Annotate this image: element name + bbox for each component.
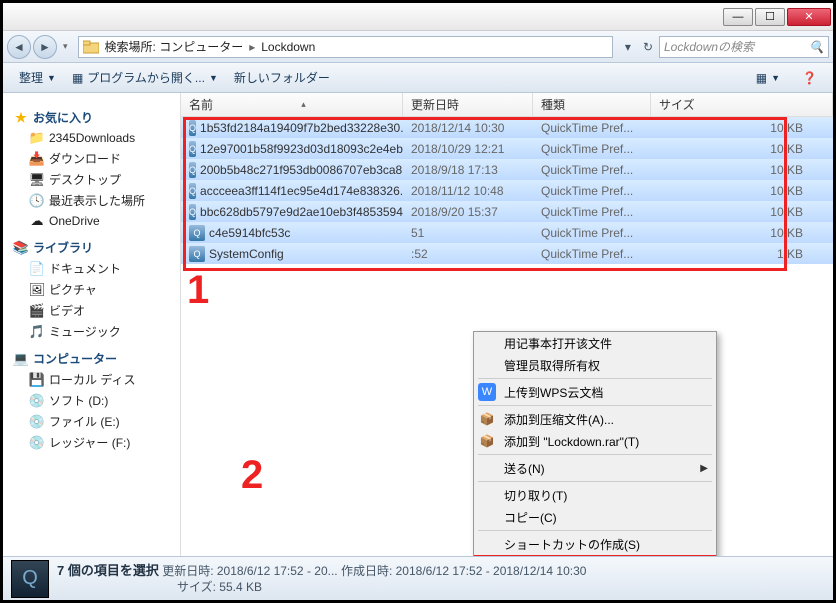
sidebar-favorites[interactable]: ★お気に入り — [7, 107, 176, 128]
col-type[interactable]: 種類 — [533, 93, 651, 116]
file-icon: Q — [189, 120, 196, 136]
file-row[interactable]: QSystemConfig:52QuickTime Pref...1 KB — [181, 243, 833, 264]
file-icon: Q — [189, 225, 205, 241]
folder-icon — [83, 40, 99, 54]
item-icon: ☁ — [29, 213, 45, 229]
breadcrumb-root[interactable]: 検索場所: コンピューター — [103, 38, 246, 55]
file-icon: Q — [189, 162, 196, 178]
col-name[interactable]: 名前▴ — [181, 93, 403, 116]
item-icon: 🕓 — [29, 193, 45, 209]
annotation-2: 2 — [241, 453, 263, 498]
history-dropdown[interactable]: ▾ — [63, 41, 68, 52]
ctx-rar-add[interactable]: 📦添加到压缩文件(A)... — [474, 408, 716, 430]
item-icon: 💿 — [29, 393, 45, 409]
nav-bar: ◄ ► ▾ 検索場所: コンピューター ▸ Lockdown ▾ ↻ Lockd… — [3, 31, 833, 63]
status-bar: Q 7 個の項目を選択 更新日時: 2018/6/12 17:52 - 20..… — [3, 556, 833, 600]
col-size[interactable]: サイズ — [651, 93, 833, 116]
chevron-right-icon: ▶ — [700, 463, 708, 474]
status-title: 7 個の項目を選択 — [57, 563, 159, 578]
sidebar-item[interactable]: 💾ローカル ディス — [7, 369, 176, 390]
toolbar: 整理▼ ▦プログラムから開く...▼ 新しいフォルダー ▦▼ ❓ — [3, 63, 833, 93]
ctx-wps-upload[interactable]: W上传到WPS云文档 — [474, 381, 716, 403]
sidebar-item[interactable]: 📥ダウンロード — [7, 148, 176, 169]
view-button[interactable]: ▦▼ — [748, 69, 788, 87]
wps-icon: W — [478, 383, 496, 401]
context-menu: 用记事本打开该文件 管理员取得所有权 W上传到WPS云文档 📦添加到压缩文件(A… — [473, 331, 717, 556]
sidebar-item[interactable]: ☁OneDrive — [7, 211, 176, 231]
sidebar-item[interactable]: 💿レッジャー (F:) — [7, 432, 176, 453]
chevron-icon: ▸ — [245, 40, 259, 54]
ctx-delete[interactable]: 削除(D) — [474, 555, 716, 556]
sidebar-item[interactable]: 🎵ミュージック — [7, 321, 176, 342]
item-icon: 📄 — [29, 261, 45, 277]
maximize-button[interactable]: ☐ — [755, 8, 785, 26]
breadcrumb-current[interactable]: Lockdown — [259, 40, 317, 54]
star-icon: ★ — [13, 110, 29, 126]
item-icon: 📥 — [29, 151, 45, 167]
file-row[interactable]: Qc4e5914bfc53c51QuickTime Pref...10 KB — [181, 222, 833, 243]
file-icon: Q — [189, 141, 196, 157]
address-dropdown[interactable]: ▾ — [619, 40, 637, 54]
forward-button[interactable]: ► — [33, 35, 57, 59]
ctx-open-notepad[interactable]: 用记事本打开该文件 — [474, 332, 716, 354]
close-button[interactable]: ✕ — [787, 8, 831, 26]
sidebar: ★お気に入り 📁2345Downloads📥ダウンロード🖥デスクトップ🕓最近表示… — [3, 93, 181, 556]
status-details: 更新日時: 2018/6/12 17:52 - 20... 作成日時: 2018… — [162, 564, 586, 578]
sidebar-item[interactable]: 📄ドキュメント — [7, 258, 176, 279]
help-button[interactable]: ❓ — [794, 69, 825, 87]
item-icon: 🎵 — [29, 324, 45, 340]
sort-indicator: ▴ — [301, 99, 306, 110]
ctx-shortcut[interactable]: ショートカットの作成(S) — [474, 533, 716, 555]
sidebar-item[interactable]: 📁2345Downloads — [7, 128, 176, 148]
file-row[interactable]: Q200b5b48c271f953db0086707eb3ca8...2018/… — [181, 159, 833, 180]
refresh-button[interactable]: ↻ — [637, 40, 659, 54]
titlebar: — ☐ ✕ — [3, 3, 833, 31]
item-icon: 💾 — [29, 372, 45, 388]
back-button[interactable]: ◄ — [7, 35, 31, 59]
rar-icon: 📦 — [478, 432, 496, 450]
annotation-1: 1 — [187, 268, 209, 313]
address-bar[interactable]: 検索場所: コンピューター ▸ Lockdown — [78, 36, 613, 58]
ctx-rar-lockdown[interactable]: 📦添加到 "Lockdown.rar"(T) — [474, 430, 716, 452]
file-icon: Q — [189, 183, 196, 199]
sidebar-libraries[interactable]: 📚ライブラリ — [7, 237, 176, 258]
file-row[interactable]: Qbbc628db5797e9d2ae10eb3f4853594...2018/… — [181, 201, 833, 222]
file-list-area: 名前▴ 更新日時 種類 サイズ Q1b53fd2184a19409f7b2bed… — [181, 93, 833, 556]
file-icon: Q — [189, 246, 205, 262]
sidebar-item[interactable]: 🖥デスクトップ — [7, 169, 176, 190]
sidebar-item[interactable]: 🖼ピクチャ — [7, 279, 176, 300]
sidebar-computer[interactable]: 💻コンピューター — [7, 348, 176, 369]
ctx-send-to[interactable]: 送る(N)▶ — [474, 457, 716, 479]
sidebar-item[interactable]: 💿ファイル (E:) — [7, 411, 176, 432]
item-icon: 🎬 — [29, 303, 45, 319]
file-row[interactable]: Q1b53fd2184a19409f7b2bed33228e30...2018/… — [181, 117, 833, 138]
status-file-icon: Q — [11, 560, 49, 598]
library-icon: 📚 — [13, 240, 29, 256]
item-icon: 📁 — [29, 130, 45, 146]
organize-menu[interactable]: 整理▼ — [11, 67, 64, 88]
ctx-copy[interactable]: コピー(C) — [474, 506, 716, 528]
file-row[interactable]: Q12e97001b58f9923d03d18093c2e4eb...2018/… — [181, 138, 833, 159]
search-input[interactable]: Lockdownの検索 🔍 — [659, 36, 829, 58]
item-icon: 💿 — [29, 414, 45, 430]
rar-icon: 📦 — [478, 410, 496, 428]
column-headers: 名前▴ 更新日時 種類 サイズ — [181, 93, 833, 117]
file-row[interactable]: Qaccceea3ff114f1ec95e4d174e838326...2018… — [181, 180, 833, 201]
item-icon: 🖼 — [29, 282, 45, 298]
sidebar-item[interactable]: 🎬ビデオ — [7, 300, 176, 321]
file-icon: Q — [189, 204, 196, 220]
item-icon: 💿 — [29, 435, 45, 451]
computer-icon: 💻 — [13, 351, 29, 367]
ctx-cut[interactable]: 切り取り(T) — [474, 484, 716, 506]
search-icon: 🔍 — [809, 40, 824, 54]
ctx-admin-own[interactable]: 管理员取得所有权 — [474, 354, 716, 376]
col-date[interactable]: 更新日時 — [403, 93, 533, 116]
sidebar-item[interactable]: 💿ソフト (D:) — [7, 390, 176, 411]
item-icon: 🖥 — [29, 172, 45, 188]
sidebar-item[interactable]: 🕓最近表示した場所 — [7, 190, 176, 211]
minimize-button[interactable]: — — [723, 8, 753, 26]
open-with-menu[interactable]: ▦プログラムから開く...▼ — [64, 67, 226, 88]
new-folder-button[interactable]: 新しいフォルダー — [226, 67, 338, 88]
status-size: サイズ: 55.4 KB — [177, 580, 262, 594]
